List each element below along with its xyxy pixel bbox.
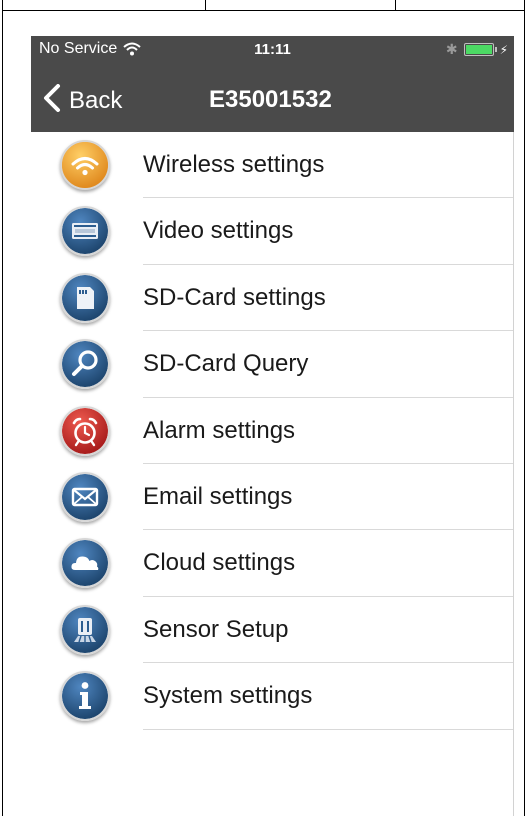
menu-item-label: Email settings xyxy=(143,482,293,510)
bluetooth-icon: ✱ xyxy=(445,41,458,57)
back-label: Back xyxy=(69,86,123,114)
settings-menu: Wireless settings Video settings SD-Card… xyxy=(31,132,513,730)
film-icon xyxy=(60,206,110,257)
menu-item-email-settings[interactable]: Email settings xyxy=(31,464,513,531)
phone-screen: No Service 11:11 ✱ ⚡ Back E35001532 Wire… xyxy=(31,36,514,816)
menu-item-label: Wireless settings xyxy=(143,151,325,178)
sensor-icon xyxy=(60,604,110,655)
menu-item-label: Video settings xyxy=(143,217,294,245)
back-button[interactable]: Back xyxy=(43,84,122,117)
frame-top-border xyxy=(2,10,525,11)
menu-item-label: Cloud settings xyxy=(143,549,296,577)
menu-item-sd-card-settings[interactable]: SD-Card settings xyxy=(31,265,513,332)
chevron-left-icon xyxy=(43,84,61,117)
menu-item-label: SD-Card settings xyxy=(143,283,326,311)
menu-item-label: Sensor Setup xyxy=(143,615,289,643)
menu-item-alarm-settings[interactable]: Alarm settings xyxy=(31,398,513,464)
scrollbar xyxy=(513,132,514,816)
envelope-icon xyxy=(60,471,110,522)
alarm-clock-icon xyxy=(60,405,110,456)
page-title: E35001532 xyxy=(209,86,332,113)
menu-item-label: Alarm settings xyxy=(143,416,296,444)
menu-item-system-settings[interactable]: System settings xyxy=(31,663,513,730)
menu-item-label: System settings xyxy=(143,682,313,710)
header: No Service 11:11 ✱ ⚡ Back E35001532 xyxy=(31,36,514,132)
separator xyxy=(143,728,513,730)
menu-item-wireless-settings[interactable]: Wireless settings xyxy=(31,132,513,199)
wifi-icon xyxy=(60,140,110,190)
menu-item-sd-card-query[interactable]: SD-Card Query xyxy=(31,331,513,398)
menu-item-label: SD-Card Query xyxy=(143,350,309,378)
menu-item-sensor-setup[interactable]: Sensor Setup xyxy=(31,597,513,664)
menu-item-cloud-settings[interactable]: Cloud settings xyxy=(31,530,513,597)
status-time: 11:11 xyxy=(254,41,291,58)
navigation-bar: Back E35001532 xyxy=(31,72,514,128)
magnifier-icon xyxy=(60,339,110,390)
sd-card-icon xyxy=(60,272,110,323)
frame-left-border xyxy=(2,0,3,816)
frame-column-divider xyxy=(395,0,396,10)
frame-right-border xyxy=(524,0,525,816)
battery-icon xyxy=(463,43,497,56)
frame-column-divider xyxy=(205,0,206,10)
cloud-icon xyxy=(60,538,110,589)
status-bar: No Service 11:11 ✱ ⚡ xyxy=(31,36,514,64)
status-right: ✱ ⚡ xyxy=(446,41,508,58)
info-icon xyxy=(60,671,110,722)
menu-item-video-settings[interactable]: Video settings xyxy=(31,198,513,265)
charging-icon: ⚡ xyxy=(499,42,508,57)
